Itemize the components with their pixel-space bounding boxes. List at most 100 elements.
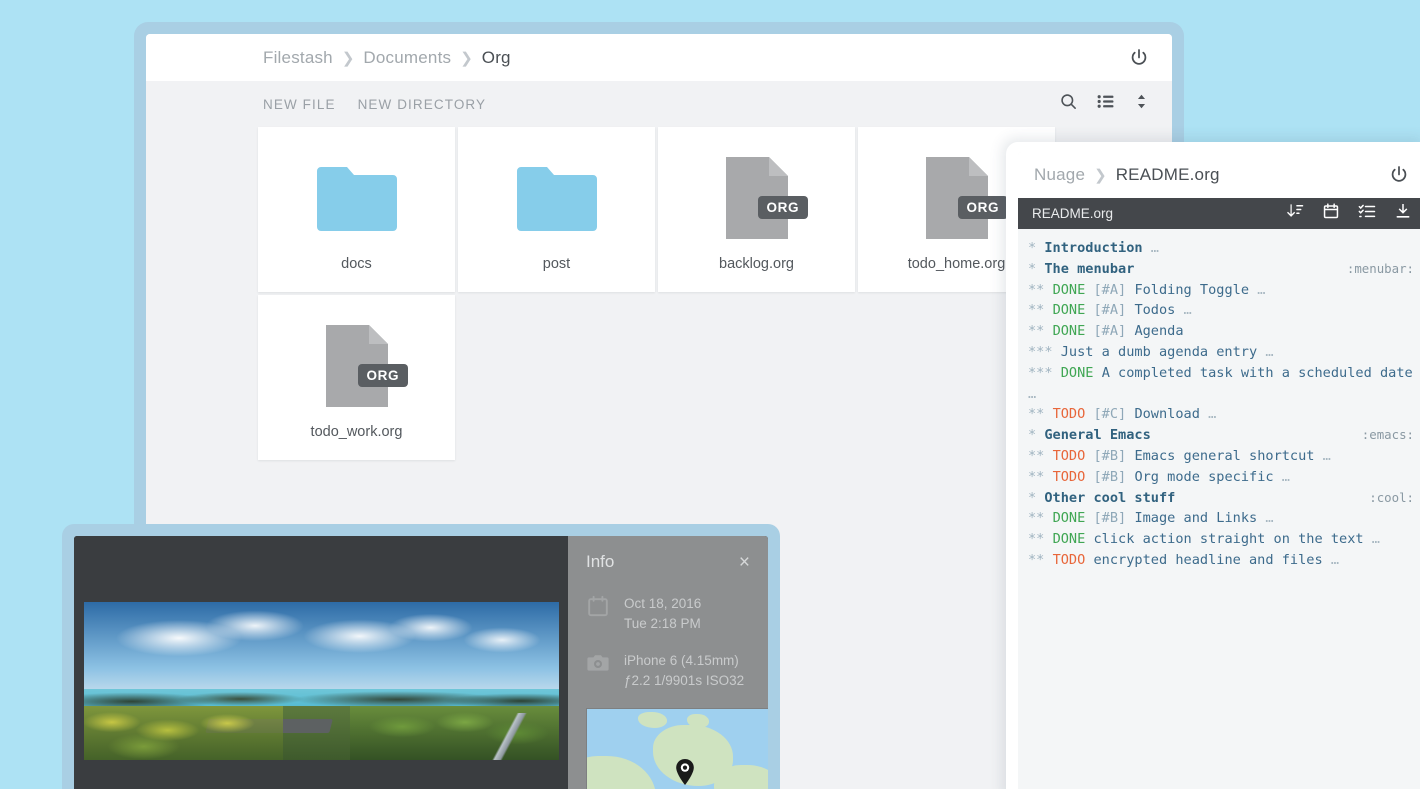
photo-area (74, 536, 568, 789)
org-keyword: DONE (1061, 365, 1094, 381)
breadcrumb-item-nuage[interactable]: Nuage (1034, 165, 1085, 185)
new-file-button[interactable]: NEW FILE (263, 97, 336, 112)
org-line[interactable]: * Introduction … (1028, 238, 1414, 259)
org-headline-text: Agenda (1134, 323, 1183, 339)
calendar-icon[interactable] (1322, 202, 1340, 225)
camera-icon (586, 651, 612, 690)
org-stars: ** (1028, 469, 1053, 485)
org-line[interactable]: ** TODO encrypted headline and files … (1028, 550, 1414, 571)
folder-icon (314, 163, 400, 233)
chevron-right-icon: ❯ (1094, 166, 1107, 184)
org-line[interactable]: ** DONE [#A] Todos … (1028, 300, 1414, 321)
photoviewer-window: Info × Oct 18, 2016 Tue 2:18 PM (62, 524, 780, 789)
file-card-docs[interactable]: docs (258, 127, 455, 292)
orgviewer-toolbar: README.org (1018, 198, 1420, 229)
photo-sky (84, 602, 559, 697)
download-icon[interactable] (1394, 202, 1412, 225)
info-row-date: Oct 18, 2016 Tue 2:18 PM (586, 594, 750, 633)
org-headline-text: encrypted headline and files (1094, 552, 1323, 568)
photo-image (84, 602, 559, 760)
org-tag[interactable]: :menubar: (1347, 259, 1414, 280)
org-line[interactable]: ** DONE [#A] Folding Toggle … (1028, 280, 1414, 301)
org-headline-text: Just a dumb agenda entry (1061, 344, 1257, 360)
org-line[interactable]: *** Just a dumb agenda entry … (1028, 342, 1414, 363)
org-stars: * (1028, 427, 1044, 443)
org-stars: *** (1028, 365, 1061, 381)
map-landmass (687, 714, 709, 728)
org-folded-ellipsis[interactable]: … (1175, 302, 1191, 318)
breadcrumb: Filestash ❯ Documents ❯ Org (263, 48, 1128, 68)
org-folded-ellipsis[interactable]: … (1274, 469, 1290, 485)
close-icon[interactable]: × (739, 553, 750, 572)
org-folded-ellipsis[interactable]: … (1315, 448, 1331, 464)
file-card-todo-work-org[interactable]: ORG todo_work.org (258, 295, 455, 460)
org-priority: [#B] (1094, 510, 1127, 526)
map-thumbnail[interactable] (586, 708, 768, 789)
checklist-icon[interactable] (1358, 202, 1376, 225)
info-panel-title: Info (586, 552, 614, 572)
org-keyword: DONE (1053, 531, 1086, 547)
screen: Filestash ❯ Documents ❯ Org NEW FILE NEW (0, 0, 1420, 789)
org-priority: [#A] (1094, 323, 1127, 339)
info-row-camera: iPhone 6 (4.15mm) ƒ2.2 1/9901s ISO32 (586, 651, 750, 690)
breadcrumb-item-org[interactable]: Org (482, 48, 511, 68)
org-folded-ellipsis[interactable]: … (1143, 240, 1159, 256)
org-tag[interactable]: :cool: (1369, 488, 1414, 509)
breadcrumb-item-readme[interactable]: README.org (1116, 165, 1220, 185)
org-keyword: DONE (1053, 302, 1086, 318)
org-keyword: TODO (1053, 406, 1086, 422)
sort-icon[interactable] (1133, 93, 1150, 115)
search-icon[interactable] (1059, 92, 1078, 116)
list-view-icon[interactable] (1096, 92, 1115, 116)
org-tag[interactable]: :emacs: (1362, 425, 1414, 446)
org-folded-ellipsis[interactable]: … (1257, 344, 1273, 360)
info-camera-line2: ƒ2.2 1/9901s ISO32 (624, 673, 744, 688)
org-headline-text: Image and Links (1134, 510, 1257, 526)
orgviewer-header: Nuage ❯ README.org (1018, 152, 1420, 198)
file-card-backlog-org[interactable]: ORG backlog.org (658, 127, 855, 292)
org-line[interactable]: ** DONE [#B] Image and Links … (1028, 508, 1414, 529)
org-headline-text: click action straight on the text (1094, 531, 1364, 547)
org-keyword: TODO (1053, 552, 1086, 568)
file-name: post (543, 256, 570, 272)
org-line[interactable]: *** DONE A completed task with a schedul… (1028, 363, 1414, 405)
org-keyword: DONE (1053, 510, 1086, 526)
org-line[interactable]: ** DONE [#A] Agenda (1028, 321, 1414, 342)
org-line[interactable]: * Other cool stuff:cool: (1028, 488, 1414, 509)
org-stars: * (1028, 261, 1044, 277)
power-icon[interactable] (1128, 47, 1150, 69)
power-icon[interactable] (1388, 164, 1410, 186)
file-type-badge: ORG (758, 196, 809, 219)
org-stars: ** (1028, 448, 1053, 464)
org-stars: *** (1028, 344, 1061, 360)
org-priority: [#A] (1094, 302, 1127, 318)
org-line[interactable]: * General Emacs:emacs: (1028, 425, 1414, 446)
new-directory-button[interactable]: NEW DIRECTORY (358, 97, 487, 112)
org-line[interactable]: * The menubar:menubar: (1028, 259, 1414, 280)
org-folded-ellipsis[interactable]: … (1257, 510, 1273, 526)
sort-descending-icon[interactable] (1286, 202, 1304, 225)
org-priority: [#B] (1094, 448, 1127, 464)
info-date-line1: Oct 18, 2016 (624, 596, 701, 611)
org-content[interactable]: * Introduction …* The menubar:menubar:**… (1018, 229, 1420, 789)
org-line[interactable]: ** TODO [#C] Download … (1028, 404, 1414, 425)
photoviewer-viewport: Info × Oct 18, 2016 Tue 2:18 PM (74, 536, 768, 789)
org-filename-label: README.org (1032, 206, 1286, 221)
org-file-icon-wrap: ORG (714, 148, 800, 248)
toolbar-actions: NEW FILE NEW DIRECTORY (263, 97, 1059, 112)
org-folded-ellipsis[interactable]: … (1323, 552, 1339, 568)
filemanager-toolbar: NEW FILE NEW DIRECTORY (146, 81, 1172, 127)
org-folded-ellipsis[interactable]: … (1200, 406, 1216, 422)
org-headline-text: Download (1134, 406, 1199, 422)
breadcrumb-item-documents[interactable]: Documents (363, 48, 451, 68)
org-folded-ellipsis[interactable]: … (1249, 282, 1265, 298)
org-headline-text: Todos (1134, 302, 1175, 318)
folder-icon-wrap (514, 148, 600, 248)
org-folded-ellipsis[interactable]: … (1364, 531, 1380, 547)
info-date-text: Oct 18, 2016 Tue 2:18 PM (624, 594, 701, 633)
file-card-post[interactable]: post (458, 127, 655, 292)
breadcrumb-item-filestash[interactable]: Filestash (263, 48, 333, 68)
org-line[interactable]: ** TODO [#B] Org mode specific … (1028, 467, 1414, 488)
org-line[interactable]: ** TODO [#B] Emacs general shortcut … (1028, 446, 1414, 467)
org-line[interactable]: ** DONE click action straight on the tex… (1028, 529, 1414, 550)
